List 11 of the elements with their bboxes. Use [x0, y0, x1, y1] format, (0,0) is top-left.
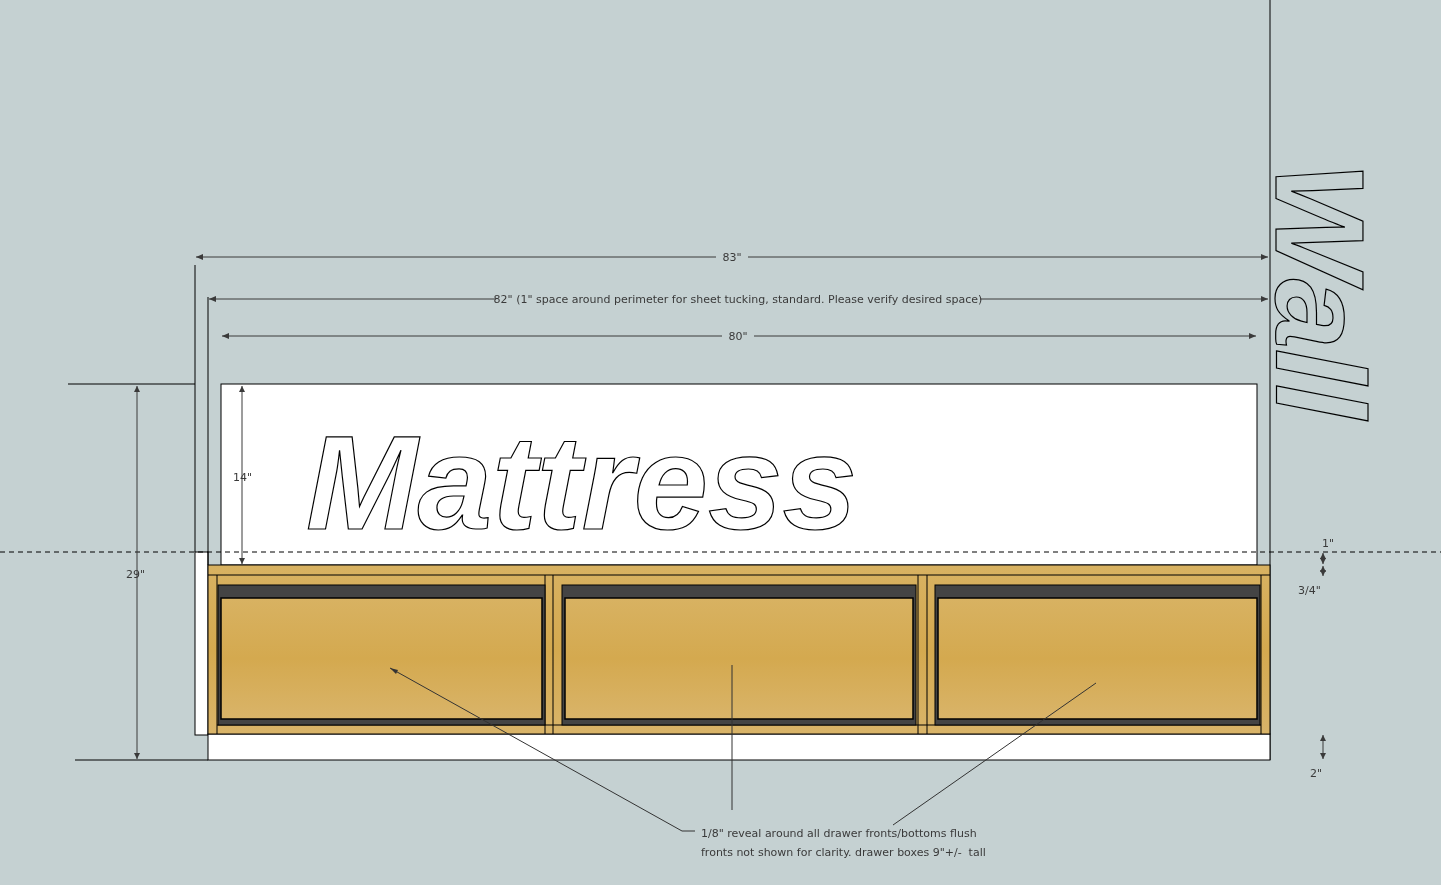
- mattress-label: Mattress: [306, 408, 858, 557]
- dimension-label: 1": [1322, 537, 1335, 550]
- dimension-label: 83": [722, 251, 742, 264]
- dimension-label: 80": [728, 330, 748, 343]
- annotation-note: 1/8" reveal around all drawer fronts/bottoms flush fronts not shown for clarity. drawer boxes 9"+/- tall: [701, 827, 986, 859]
- dimension-line: [1320, 734, 1326, 760]
- dimension-label: 2": [1310, 767, 1323, 780]
- dimension-label: 14": [233, 471, 253, 484]
- dimension-label: 82" (1" space around perimeter for sheet tucking, standard. Please verify desired space): [493, 293, 983, 306]
- dimension-label: 3/4": [1298, 584, 1321, 597]
- dimension-label: 29": [126, 568, 146, 581]
